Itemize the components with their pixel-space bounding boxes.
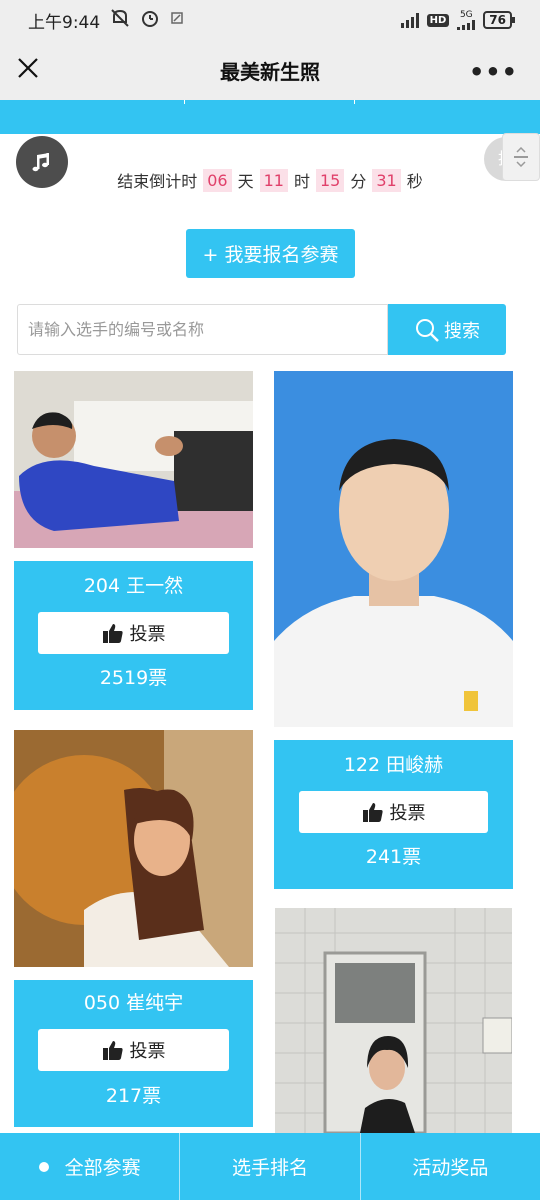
countdown-hours: 11 (259, 168, 288, 192)
vote-button[interactable]: 投票 (38, 1029, 229, 1071)
countdown-minutes: 15 (316, 168, 345, 192)
vote-button[interactable]: 投票 (38, 612, 229, 654)
signal-5g-icon (457, 20, 476, 30)
nav-all-contestants[interactable]: 全部参赛 (0, 1133, 181, 1200)
contestant-info: 050 崔纯宇 投票 217票 (14, 980, 253, 1127)
search-button[interactable]: 搜索 (388, 304, 506, 355)
countdown-minutes-unit: 分 (350, 172, 367, 191)
vote-button-label: 投票 (129, 624, 166, 645)
status-time: 上午9:44 (28, 12, 101, 33)
status-bar: 上午9:44 HD 5G 76 (0, 0, 540, 40)
network-label: 5G (459, 10, 473, 20)
search-icon (416, 318, 439, 342)
more-options-icon[interactable]: ••• (469, 58, 518, 86)
search-button-label: 搜索 (444, 320, 480, 342)
active-dot-icon (38, 1161, 49, 1172)
search-input[interactable] (17, 304, 388, 355)
nav-ranking[interactable]: 选手排名 (180, 1133, 361, 1200)
contestant-name: 050 崔纯宇 (83, 992, 184, 1014)
mute-icon (110, 8, 130, 33)
countdown-days-unit: 天 (237, 172, 254, 191)
countdown-prefix: 结束倒计时 (117, 172, 198, 191)
contestant-photo[interactable] (14, 730, 253, 967)
bottom-nav: 全部参赛 选手排名 活动奖品 (0, 1133, 540, 1200)
signup-button[interactable]: + 我要报名参赛 (186, 229, 355, 278)
alarm-icon (140, 8, 160, 33)
contestant-card[interactable]: 122 田峻赫 投票 241票 (274, 371, 513, 889)
contestant-card[interactable]: 050 崔纯宇 投票 217票 (14, 730, 253, 1127)
contestant-name: 204 王一然 (83, 575, 184, 597)
thumbs-up-icon (362, 803, 383, 822)
top-banner-strip (0, 100, 540, 134)
vote-button-label: 投票 (389, 803, 426, 824)
search-bar: 搜索 (17, 304, 506, 355)
battery-level: 76 (489, 13, 506, 27)
vote-button-label: 投票 (129, 1041, 166, 1062)
vote-count: 241票 (365, 846, 422, 868)
contestant-card[interactable]: 204 王一然 投票 2519票 (14, 371, 253, 710)
nav-bar: 最美新生照 ••• (0, 40, 540, 100)
countdown-days: 06 (203, 168, 232, 192)
nav-prizes[interactable]: 活动奖品 (361, 1133, 540, 1200)
thumbs-up-icon (102, 1041, 123, 1060)
countdown: 结束倒计时 06 天 11 时 15 分 31 秒 (0, 168, 540, 192)
countdown-hours-unit: 时 (293, 172, 310, 191)
contestant-photo[interactable] (275, 908, 512, 1133)
nav-prizes-label: 活动奖品 (412, 1157, 489, 1179)
nav-all-contestants-label: 全部参赛 (64, 1157, 141, 1179)
signal-icon (400, 12, 419, 28)
hd-badge: HD (426, 13, 450, 27)
sync-icon (170, 10, 184, 30)
countdown-seconds-unit: 秒 (406, 172, 423, 191)
close-icon[interactable] (16, 56, 40, 80)
vote-count: 2519票 (99, 667, 168, 689)
battery-icon: 76 (483, 11, 515, 29)
countdown-seconds: 31 (372, 168, 401, 192)
vote-button[interactable]: 投票 (299, 791, 488, 833)
contestant-info: 122 田峻赫 投票 241票 (274, 740, 513, 889)
thumbs-up-icon (102, 624, 123, 643)
vote-count: 217票 (105, 1085, 162, 1107)
page-title: 最美新生照 (220, 59, 320, 84)
contestant-info: 204 王一然 投票 2519票 (14, 561, 253, 710)
contestant-photo[interactable] (274, 371, 513, 727)
contestant-photo[interactable] (14, 371, 253, 548)
nav-ranking-label: 选手排名 (231, 1157, 308, 1179)
contestant-name: 122 田峻赫 (343, 754, 444, 776)
contestant-card[interactable] (275, 908, 512, 1133)
